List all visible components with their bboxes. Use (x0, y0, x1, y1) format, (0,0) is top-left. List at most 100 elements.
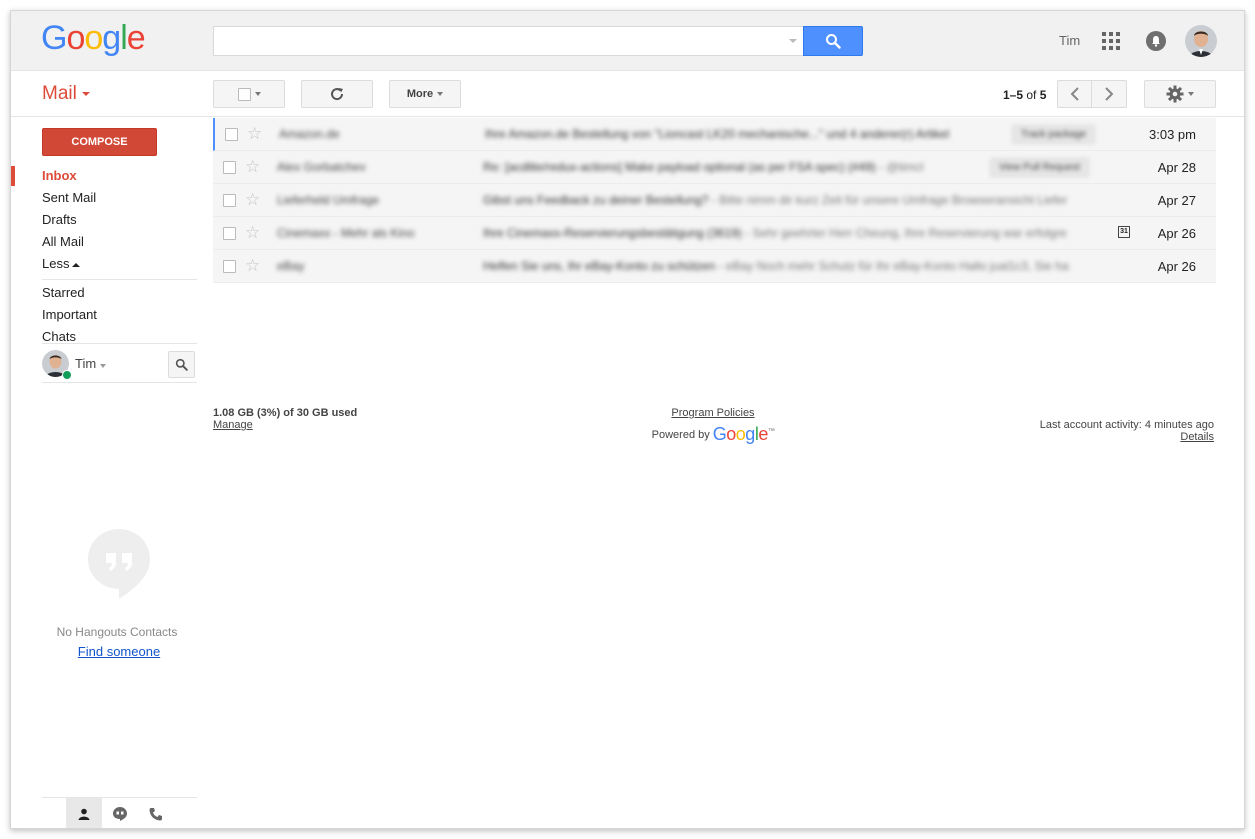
mail-list: ☆ Amazon.de Ihre Amazon.de Bestellung vo… (213, 118, 1216, 283)
sidebar-item-starred[interactable]: Starred (11, 283, 207, 305)
chat-search-button[interactable] (168, 351, 195, 378)
tab-hangouts[interactable] (102, 798, 138, 828)
less-label: Less (42, 256, 70, 271)
row-checkbox[interactable] (223, 161, 236, 174)
logo-letter: G (41, 19, 67, 57)
page-of: of (1026, 88, 1037, 102)
powered-by-label: Powered by (651, 428, 710, 441)
find-someone-link[interactable]: Find someone (11, 644, 227, 659)
select-all-button[interactable] (213, 80, 285, 108)
chevron-down-icon (1188, 92, 1194, 96)
hangouts-quote-icon (113, 807, 127, 821)
tab-phone[interactable] (138, 798, 174, 828)
star-icon[interactable]: ☆ (245, 256, 260, 276)
sidebar-item-chats[interactable]: Chats (11, 327, 207, 341)
chevron-down-icon (81, 91, 90, 96)
newer-button[interactable] (1057, 80, 1092, 108)
sidebar-item-important[interactable]: Important (11, 305, 207, 327)
star-icon[interactable]: ☆ (247, 124, 262, 144)
notifications-bell-icon[interactable] (1146, 31, 1166, 51)
row-sender: Lieferheld Umfrage (277, 193, 380, 207)
account-avatar[interactable] (1185, 25, 1217, 57)
browser-window: Google Tim Mail More 1–5 of 5 COMPOSE In… (10, 10, 1245, 829)
star-icon[interactable]: ☆ (245, 190, 260, 210)
chevron-up-icon (72, 262, 81, 267)
row-date: 3:03 pm (1149, 127, 1196, 142)
row-checkbox[interactable] (223, 227, 236, 240)
search-icon (826, 34, 841, 49)
mail-toolbar: Mail More 1–5 of 5 (11, 71, 1244, 117)
calendar-icon[interactable]: 31 (1118, 226, 1130, 238)
top-header: Google Tim (11, 11, 1244, 71)
star-icon[interactable]: ☆ (245, 223, 260, 243)
tab-spacer (42, 798, 66, 828)
row-checkbox[interactable] (225, 128, 238, 141)
sidebar-item-all-mail[interactable]: All Mail (11, 232, 207, 254)
account-activity: Last account activity: 4 minutes ago Det… (1040, 419, 1214, 443)
chevron-down-icon (254, 92, 261, 96)
hangouts-tabs (42, 797, 197, 828)
trademark-symbol: ™ (767, 428, 775, 435)
no-hangouts-contacts-text: No Hangouts Contacts (56, 625, 178, 639)
chevron-right-icon (1105, 87, 1114, 101)
program-policies-link[interactable]: Program Policies (671, 407, 754, 419)
settings-button[interactable] (1144, 80, 1216, 108)
phone-icon (149, 808, 162, 821)
logo-letter: e (126, 19, 146, 57)
header-user-name[interactable]: Tim (1059, 33, 1080, 48)
sidebar-item-drafts[interactable]: Drafts (11, 210, 207, 232)
table-row[interactable]: ☆ Cinemaxx - Mehr als Kino Ihre Cinemaxx… (213, 217, 1216, 250)
search-icon (175, 358, 188, 371)
row-date: Apr 26 (1157, 226, 1196, 241)
compose-button[interactable]: COMPOSE (42, 128, 157, 156)
last-activity-text: Last account activity: 4 minutes ago (1039, 419, 1214, 431)
table-row[interactable]: ☆ eBay Helfen Sie uns, Ihr eBay-Konto zu… (213, 250, 1216, 283)
row-sender: Cinemaxx - Mehr als Kino (277, 226, 415, 240)
nav-divider (42, 279, 197, 280)
search-input[interactable] (214, 27, 774, 55)
sidebar-item-less[interactable]: Less (11, 254, 207, 276)
more-actions-button[interactable]: More (389, 80, 461, 108)
page-range: 1–5 (1003, 88, 1024, 102)
google-wordmark: Google™ (713, 424, 775, 445)
manage-storage-link[interactable]: Manage (213, 419, 253, 431)
sidebar-item-inbox[interactable]: Inbox (11, 166, 207, 188)
sidebar-item-sent-mail[interactable]: Sent Mail (11, 188, 207, 210)
pagination-info[interactable]: 1–5 of 5 (1003, 88, 1046, 102)
refresh-icon (331, 88, 344, 101)
older-button[interactable] (1092, 80, 1127, 108)
search-button[interactable] (803, 26, 863, 56)
row-checkbox[interactable] (223, 260, 236, 273)
logo-letter: o (84, 19, 103, 57)
chat-user-name[interactable]: Tim (75, 356, 107, 371)
activity-details-link[interactable]: Details (1180, 431, 1214, 443)
star-icon[interactable]: ☆ (245, 157, 260, 177)
row-subject: Ihre Cinemaxx-Reservierungsbestätigung (… (483, 226, 1067, 240)
track-package-chip[interactable]: Track package (1012, 125, 1096, 144)
row-subject: Gibst uns Feedback zu deiner Bestellung?… (483, 193, 1068, 207)
page-total: 5 (1039, 88, 1047, 102)
row-date: Apr 26 (1157, 259, 1196, 274)
chevron-down-icon (100, 364, 107, 368)
logo-letter: G (712, 424, 727, 444)
row-checkbox[interactable] (223, 194, 236, 207)
select-checkbox[interactable] (237, 87, 251, 101)
online-status-icon (62, 370, 72, 380)
folder-nav: Inbox Sent Mail Drafts All Mail Less Sta… (11, 166, 207, 341)
footer-center: Program Policies Powered by Google™ (623, 407, 803, 445)
mail-app-switcher[interactable]: Mail (42, 83, 90, 105)
hangouts-icon (88, 529, 150, 599)
table-row[interactable]: ☆ Alex Gorbatchev Re: [acdlite/redux-act… (213, 151, 1216, 184)
apps-grid-icon[interactable] (1102, 32, 1120, 50)
powered-by: Powered by Google™ (623, 424, 803, 445)
search-box[interactable] (213, 26, 803, 56)
view-pull-request-chip[interactable]: View Pull Request (990, 158, 1089, 177)
table-row[interactable]: ☆ Lieferheld Umfrage Gibst uns Feedback … (213, 184, 1216, 217)
search-options-caret-icon[interactable] (789, 39, 797, 43)
google-logo[interactable]: Google (41, 19, 146, 58)
gear-icon (1166, 85, 1184, 103)
row-subject: Helfen Sie uns, Ihr eBay-Konto zu schütz… (483, 259, 1069, 273)
refresh-button[interactable] (301, 80, 373, 108)
tab-contacts[interactable] (66, 798, 102, 828)
table-row[interactable]: ☆ Amazon.de Ihre Amazon.de Bestellung vo… (213, 118, 1216, 151)
